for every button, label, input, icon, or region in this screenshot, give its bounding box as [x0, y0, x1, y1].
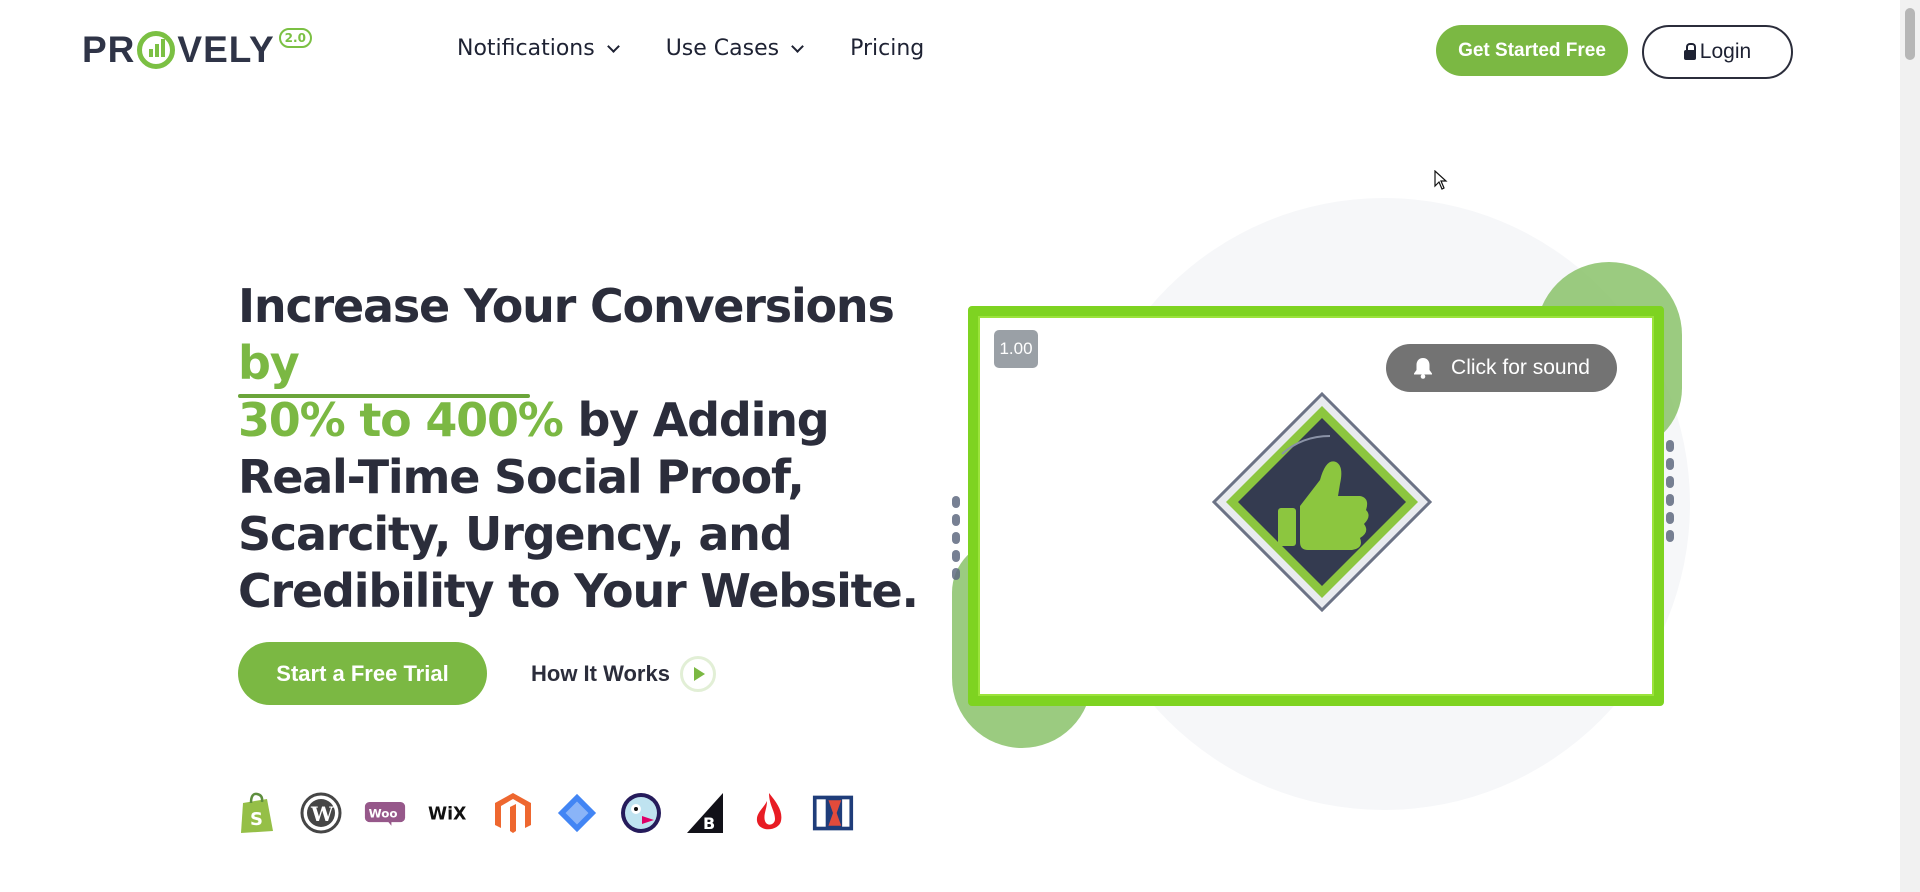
headline-highlight-by: by [238, 336, 300, 390]
sound-button-label: Click for sound [1451, 356, 1590, 379]
nav-item-label: Notifications [457, 36, 595, 61]
svg-text:B: B [703, 814, 715, 833]
nav-item-pricing[interactable]: Pricing [850, 36, 924, 61]
headline-highlight-range: 30% to 400% [238, 393, 564, 447]
clickfunnels-icon [812, 792, 854, 834]
scrollbar-thumb[interactable] [1905, 8, 1915, 60]
wix-icon: WiX [428, 792, 470, 834]
nav-item-label: Pricing [850, 36, 925, 61]
demo-video-player[interactable]: 1.00 Click for sound [968, 306, 1664, 706]
magento-icon [492, 792, 534, 834]
decorative-dots-right [1666, 440, 1674, 542]
prestashop-icon [620, 792, 662, 834]
page-scrollbar[interactable] [1900, 0, 1920, 892]
get-started-free-button[interactable]: Get Started Free [1436, 25, 1628, 76]
lightspeed-icon [748, 792, 790, 834]
chevron-down-icon [791, 39, 804, 53]
brand-name-part2: VELY [177, 29, 275, 70]
login-button[interactable]: Login [1642, 25, 1793, 79]
brand-name-part1: PR [82, 29, 136, 70]
logo-chart-icon [137, 31, 176, 69]
main-nav: Notifications Use Cases Pricing [457, 36, 924, 61]
google-tag-manager-icon [556, 792, 598, 834]
shopify-icon: S [236, 792, 278, 834]
brand-logo[interactable]: PR VELY 2.0 [82, 26, 312, 74]
bell-icon [1414, 358, 1433, 379]
start-free-trial-button[interactable]: Start a Free Trial [238, 642, 487, 705]
nav-item-notifications[interactable]: Notifications [457, 36, 620, 61]
bigcommerce-icon: B [684, 792, 726, 834]
how-it-works-label: How It Works [531, 661, 670, 686]
lock-icon [1683, 42, 1696, 60]
thumbs-up-icon [1212, 392, 1432, 612]
play-icon [679, 656, 716, 692]
playback-speed-indicator[interactable]: 1.00 [994, 330, 1038, 368]
platform-logos: S W Woo WiX B [236, 792, 854, 834]
how-it-works-link[interactable]: How It Works [531, 656, 716, 692]
woocommerce-icon: Woo [364, 792, 406, 834]
svg-text:Woo: Woo [369, 807, 398, 821]
nav-item-label: Use Cases [665, 36, 780, 61]
svg-text:WiX: WiX [428, 804, 467, 824]
headline-underline [238, 394, 530, 398]
wordpress-icon: W [300, 792, 342, 834]
login-label: Login [1699, 40, 1752, 63]
click-for-sound-button[interactable]: Click for sound [1386, 344, 1617, 392]
svg-text:S: S [250, 809, 263, 830]
mouse-cursor-icon [1434, 170, 1448, 190]
svg-text:W: W [310, 802, 334, 826]
nav-item-use-cases[interactable]: Use Cases [665, 36, 804, 61]
chevron-down-icon [606, 39, 620, 53]
headline-part1: Increase Your Conversions [238, 279, 895, 333]
brand-version-badge: 2.0 [278, 28, 312, 48]
hero-headline: Increase Your Conversions by 30% to 400% … [238, 278, 958, 620]
